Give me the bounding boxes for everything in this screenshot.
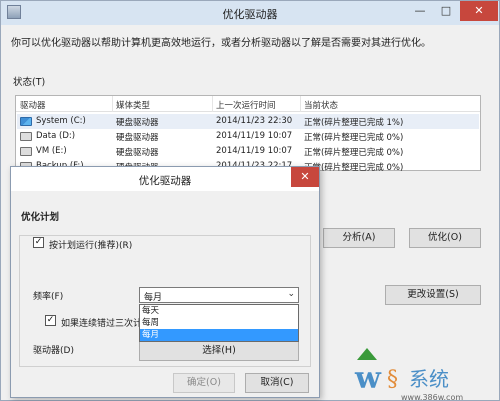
status-label: 状态(T) xyxy=(13,77,46,88)
drives-list[interactable]: 驱动器 媒体类型 上一次运行时间 当前状态 System (C:) 硬盘驱动器 … xyxy=(15,95,481,173)
media-type: 硬盘驱动器 xyxy=(116,148,159,158)
cancel-button[interactable]: 取消(C) xyxy=(245,373,309,393)
header-drive[interactable]: 驱动器 xyxy=(20,99,46,111)
frequency-selected: 每月 xyxy=(144,293,163,303)
change-settings-button[interactable]: 更改设置(S) xyxy=(385,285,481,305)
notify-checkbox[interactable]: ✓ xyxy=(45,315,56,326)
frequency-dropdown-list[interactable]: 每天 每周 每月 xyxy=(139,304,299,342)
media-type: 硬盘驱动器 xyxy=(116,118,159,128)
description-text: 你可以优化驱动器以帮助计算机更高效地运行，或者分析驱动器以了解是否需要对其进行优… xyxy=(11,38,431,49)
frequency-select[interactable]: 每月 ⌄ xyxy=(139,287,299,303)
svg-text:§: § xyxy=(387,367,398,392)
hard-drive-icon xyxy=(20,132,32,141)
schedule-label[interactable]: 按计划运行(推荐)(R) xyxy=(49,238,132,251)
header-divider xyxy=(212,96,213,112)
last-run-time: 2014/11/19 10:07 xyxy=(216,146,293,156)
ok-button[interactable]: 确定(O) xyxy=(173,373,235,393)
media-type: 硬盘驱动器 xyxy=(116,133,159,143)
schedule-checkbox[interactable]: ✓ xyxy=(33,237,44,248)
watermark-text: 系统 xyxy=(409,367,449,391)
drive-name: System (C:) xyxy=(36,116,86,126)
choose-drives-button[interactable]: 选择(H) xyxy=(139,341,299,361)
option-daily[interactable]: 每天 xyxy=(140,305,298,317)
dialog-body: 优化计划 ✓ 按计划运行(推荐)(R) 频率(F) 每月 ⌄ ✓ 如果连续错过三… xyxy=(11,191,319,397)
frequency-label: 频率(F) xyxy=(33,292,64,302)
table-row[interactable]: System (C:) 硬盘驱动器 2014/11/23 22:30 正常(碎片… xyxy=(17,114,479,129)
header-divider xyxy=(112,96,113,112)
drive-name: VM (E:) xyxy=(36,146,67,156)
chevron-down-icon[interactable]: ⌄ xyxy=(287,289,295,299)
notify-label[interactable]: 如果连续错过三次计 xyxy=(61,316,142,329)
header-current-status[interactable]: 当前状态 xyxy=(304,99,338,111)
header-last-run[interactable]: 上一次运行时间 xyxy=(216,99,276,111)
svg-text:w: w xyxy=(354,361,382,396)
watermark-url: www.386w.com xyxy=(401,393,463,401)
close-button[interactable]: ✕ xyxy=(460,1,498,21)
drives-label: 驱动器(D) xyxy=(33,346,74,356)
table-row[interactable]: VM (E:) 硬盘驱动器 2014/11/19 10:07 正常(碎片整理已完… xyxy=(17,144,479,159)
optimization-schedule-dialog: 优化驱动器 ✕ 优化计划 ✓ 按计划运行(推荐)(R) 频率(F) 每月 ⌄ ✓… xyxy=(10,166,320,398)
list-header: 驱动器 媒体类型 上一次运行时间 当前状态 xyxy=(16,96,480,112)
watermark: w § 系统 www.386w.com xyxy=(351,346,500,401)
dialog-title: 优化驱动器 xyxy=(138,175,192,187)
header-media-type[interactable]: 媒体类型 xyxy=(116,99,150,111)
title-bar: 优化驱动器 — □ ✕ xyxy=(1,1,499,25)
option-weekly[interactable]: 每周 xyxy=(140,317,298,329)
last-run-time: 2014/11/19 10:07 xyxy=(216,131,293,141)
maximize-button[interactable]: □ xyxy=(433,1,459,21)
current-status: 正常(碎片整理已完成 0%) xyxy=(304,133,404,143)
table-row[interactable]: Data (D:) 硬盘驱动器 2014/11/19 10:07 正常(碎片整理… xyxy=(17,129,479,144)
current-status: 正常(碎片整理已完成 0%) xyxy=(304,148,404,158)
dialog-close-button[interactable]: ✕ xyxy=(291,167,319,187)
dialog-title-bar: 优化驱动器 ✕ xyxy=(11,167,319,191)
drive-name: Data (D:) xyxy=(36,131,76,141)
hard-drive-icon xyxy=(20,147,32,156)
watermark-logo-icon: w § 系统 www.386w.com xyxy=(354,348,463,401)
last-run-time: 2014/11/23 22:30 xyxy=(216,116,293,126)
section-title: 优化计划 xyxy=(21,212,60,223)
option-monthly[interactable]: 每月 xyxy=(140,329,298,341)
system-drive-icon xyxy=(20,117,32,126)
current-status: 正常(碎片整理已完成 1%) xyxy=(304,118,404,128)
optimize-button[interactable]: 优化(O) xyxy=(409,228,481,248)
header-divider xyxy=(300,96,301,112)
analyze-button[interactable]: 分析(A) xyxy=(323,228,395,248)
minimize-button[interactable]: — xyxy=(407,1,433,21)
